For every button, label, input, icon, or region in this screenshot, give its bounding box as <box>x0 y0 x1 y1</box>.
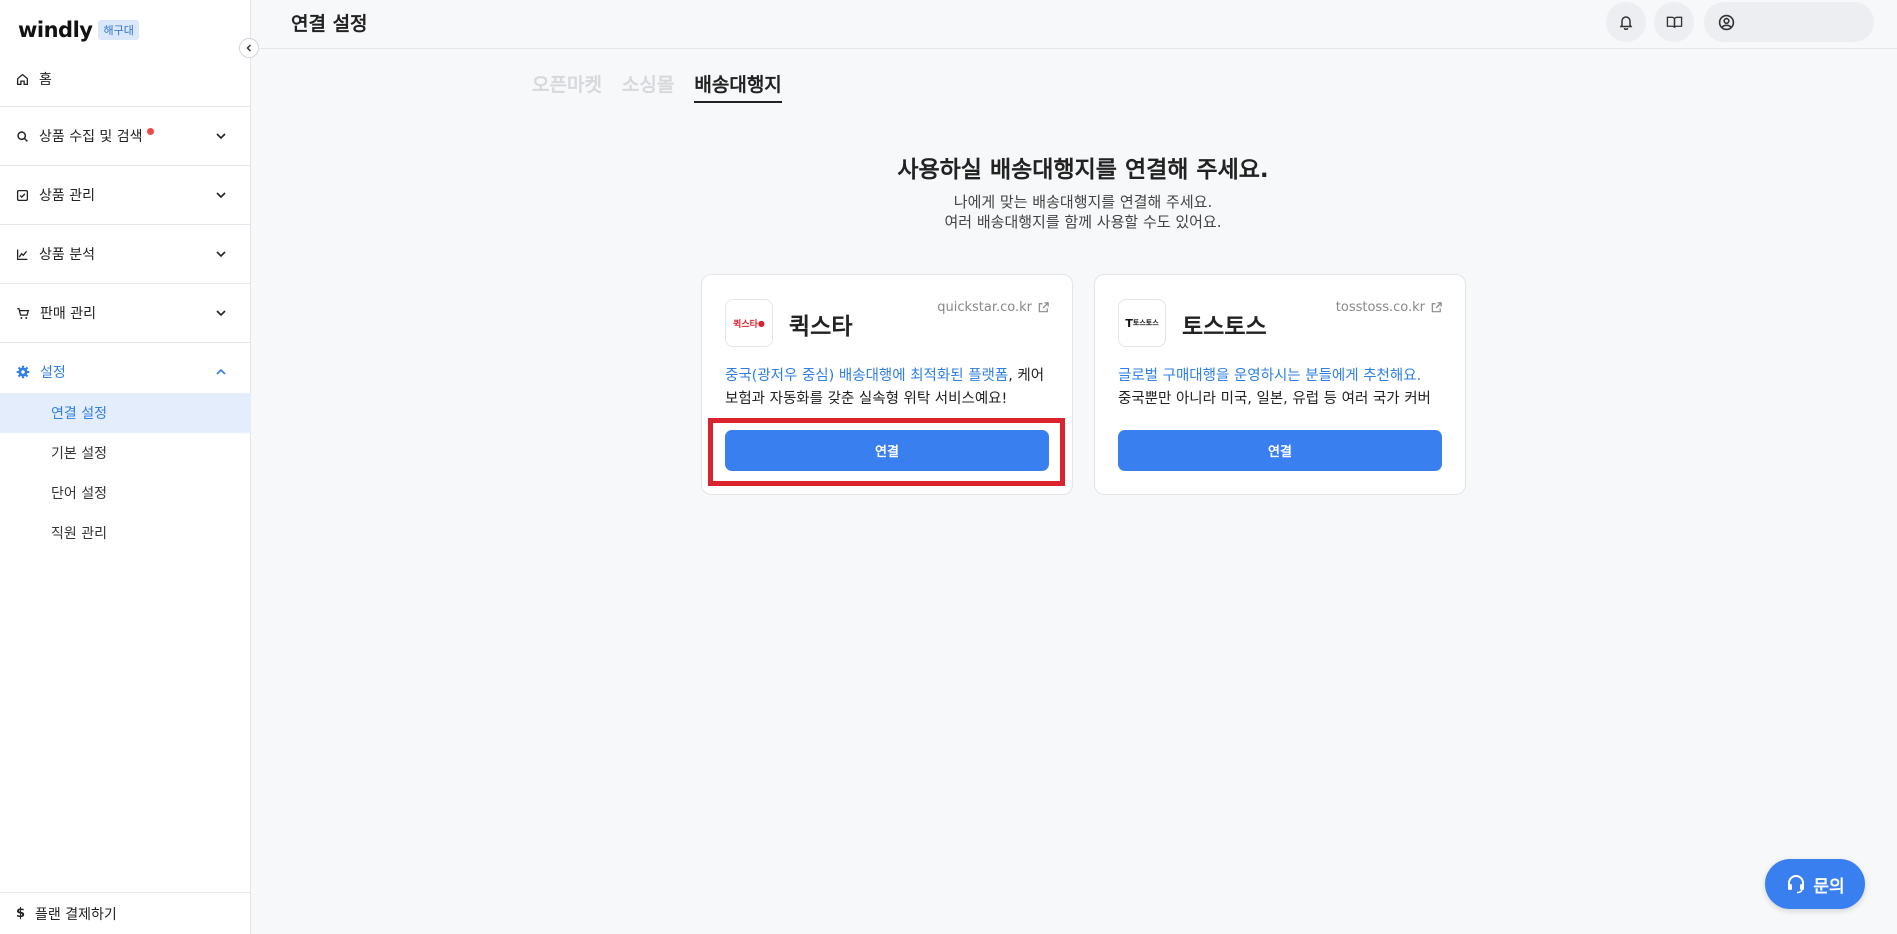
workspace-badge: 해구대 <box>98 20 139 40</box>
card-site-link[interactable]: tosstoss.co.kr <box>1336 300 1443 315</box>
card-name: 퀵스타 <box>789 314 853 340</box>
guide-button[interactable] <box>1654 2 1694 42</box>
card-name: 토스토스 <box>1182 314 1267 340</box>
chevron-down-icon <box>216 133 226 140</box>
headset-icon <box>1788 875 1805 894</box>
sidebar-item-connection-settings[interactable]: 연결 설정 <box>0 393 251 433</box>
plan-label: 플랜 결제하기 <box>35 906 117 923</box>
quickstar-logo: 퀵스타 ● <box>725 299 773 347</box>
sidebar-item-word-settings[interactable]: 단어 설정 <box>0 473 251 513</box>
sidebar-group-label: 상품 분석 <box>39 247 95 263</box>
sidebar-group-sales-management[interactable]: 판매 관리 <box>0 283 251 342</box>
external-link-icon <box>1038 302 1049 313</box>
tab-sourcing-mall[interactable]: 소싱몰 <box>622 70 674 103</box>
cart-icon <box>17 307 30 319</box>
sidebar-group-label: 설정 <box>40 365 66 381</box>
main-subtitle-2: 여러 배송대행지를 함께 사용할 수도 있어요. <box>944 213 1222 231</box>
logo-text: windly <box>18 18 93 42</box>
search-icon <box>17 130 28 142</box>
checklist-icon <box>16 189 29 201</box>
connection-tabs: 오픈마켓 소싱몰 배송대행지 <box>532 70 782 103</box>
line-chart-icon <box>16 249 28 260</box>
main-subtitle-1: 나에게 맞는 배송대행지를 연결해 주세요. <box>953 193 1213 211</box>
sidebar-group-product-analysis[interactable]: 상품 분석 <box>0 224 251 283</box>
forwarder-card-tosstoss: T 토스토스 토스토스 tosstoss.co.kr 글로벌 구매대행을 운영하시… <box>1094 274 1466 495</box>
sidebar-group-product-management[interactable]: 상품 관리 <box>0 165 251 224</box>
page-title: 연결 설정 <box>291 13 368 35</box>
sidebar-item-home[interactable]: 홈 <box>0 64 251 94</box>
chevron-down-icon <box>216 192 226 199</box>
sidebar-item-basic-settings[interactable]: 기본 설정 <box>0 433 251 473</box>
chevron-down-icon <box>216 251 226 258</box>
chevron-up-icon <box>216 368 226 375</box>
notifications-button[interactable] <box>1606 2 1646 42</box>
sidebar: windly 해구대 홈 상품 수집 및 검색 상품 관리 상품 분석 판매 관… <box>0 0 251 934</box>
tosstoss-logo: T 토스토스 <box>1118 299 1166 347</box>
inquiry-label: 문의 <box>1813 876 1845 897</box>
sidebar-item-staff-management[interactable]: 직원 관리 <box>0 513 251 553</box>
inquiry-button[interactable]: 문의 <box>1765 859 1865 909</box>
book-icon <box>1666 16 1682 28</box>
sidebar-group-label: 판매 관리 <box>40 306 96 322</box>
highlight-annotation-box <box>708 418 1065 486</box>
card-site-link[interactable]: quickstar.co.kr <box>937 300 1050 315</box>
home-icon <box>16 73 29 85</box>
card-description: 중국(광저우 중심) 배송대행에 최적화된 플랫폼, 케어보험과 자동화를 갖춘… <box>725 368 1045 407</box>
sidebar-group-label: 상품 수집 및 검색 <box>39 129 143 145</box>
bell-icon <box>1619 16 1633 30</box>
sidebar-group-product-search[interactable]: 상품 수집 및 검색 <box>0 106 251 165</box>
chevron-left-icon <box>246 44 252 52</box>
tab-open-market[interactable]: 오픈마켓 <box>532 70 602 103</box>
card-link-text: tosstoss.co.kr <box>1335 300 1425 315</box>
plan-payment-link[interactable]: $ 플랜 결제하기 <box>0 892 251 934</box>
tab-forwarding-agent[interactable]: 배송대행지 <box>694 70 782 103</box>
main-heading: 사용하실 배송대행지를 연결해 주세요. <box>897 157 1269 183</box>
chevron-down-icon <box>216 310 226 317</box>
notification-dot <box>146 127 154 135</box>
gear-icon <box>16 365 30 379</box>
card-description: 글로벌 구매대행을 운영하시는 분들에게 추천해요. 중국뿐만 아니라 미국, 일… <box>1118 368 1431 407</box>
logo[interactable]: windly 해구대 <box>18 18 139 42</box>
collapse-sidebar-button[interactable] <box>239 38 259 58</box>
dollar-icon: $ <box>16 906 26 921</box>
top-bar: 연결 설정 <box>252 0 1897 49</box>
connect-button-tosstoss[interactable]: 연결 <box>1118 430 1442 471</box>
user-menu-button[interactable] <box>1704 2 1874 42</box>
external-link-icon <box>1431 302 1442 313</box>
card-link-text: quickstar.co.kr <box>937 300 1032 315</box>
sidebar-group-label: 상품 관리 <box>39 188 95 204</box>
sidebar-item-label: 홈 <box>39 72 52 88</box>
user-circle-icon <box>1718 14 1735 30</box>
